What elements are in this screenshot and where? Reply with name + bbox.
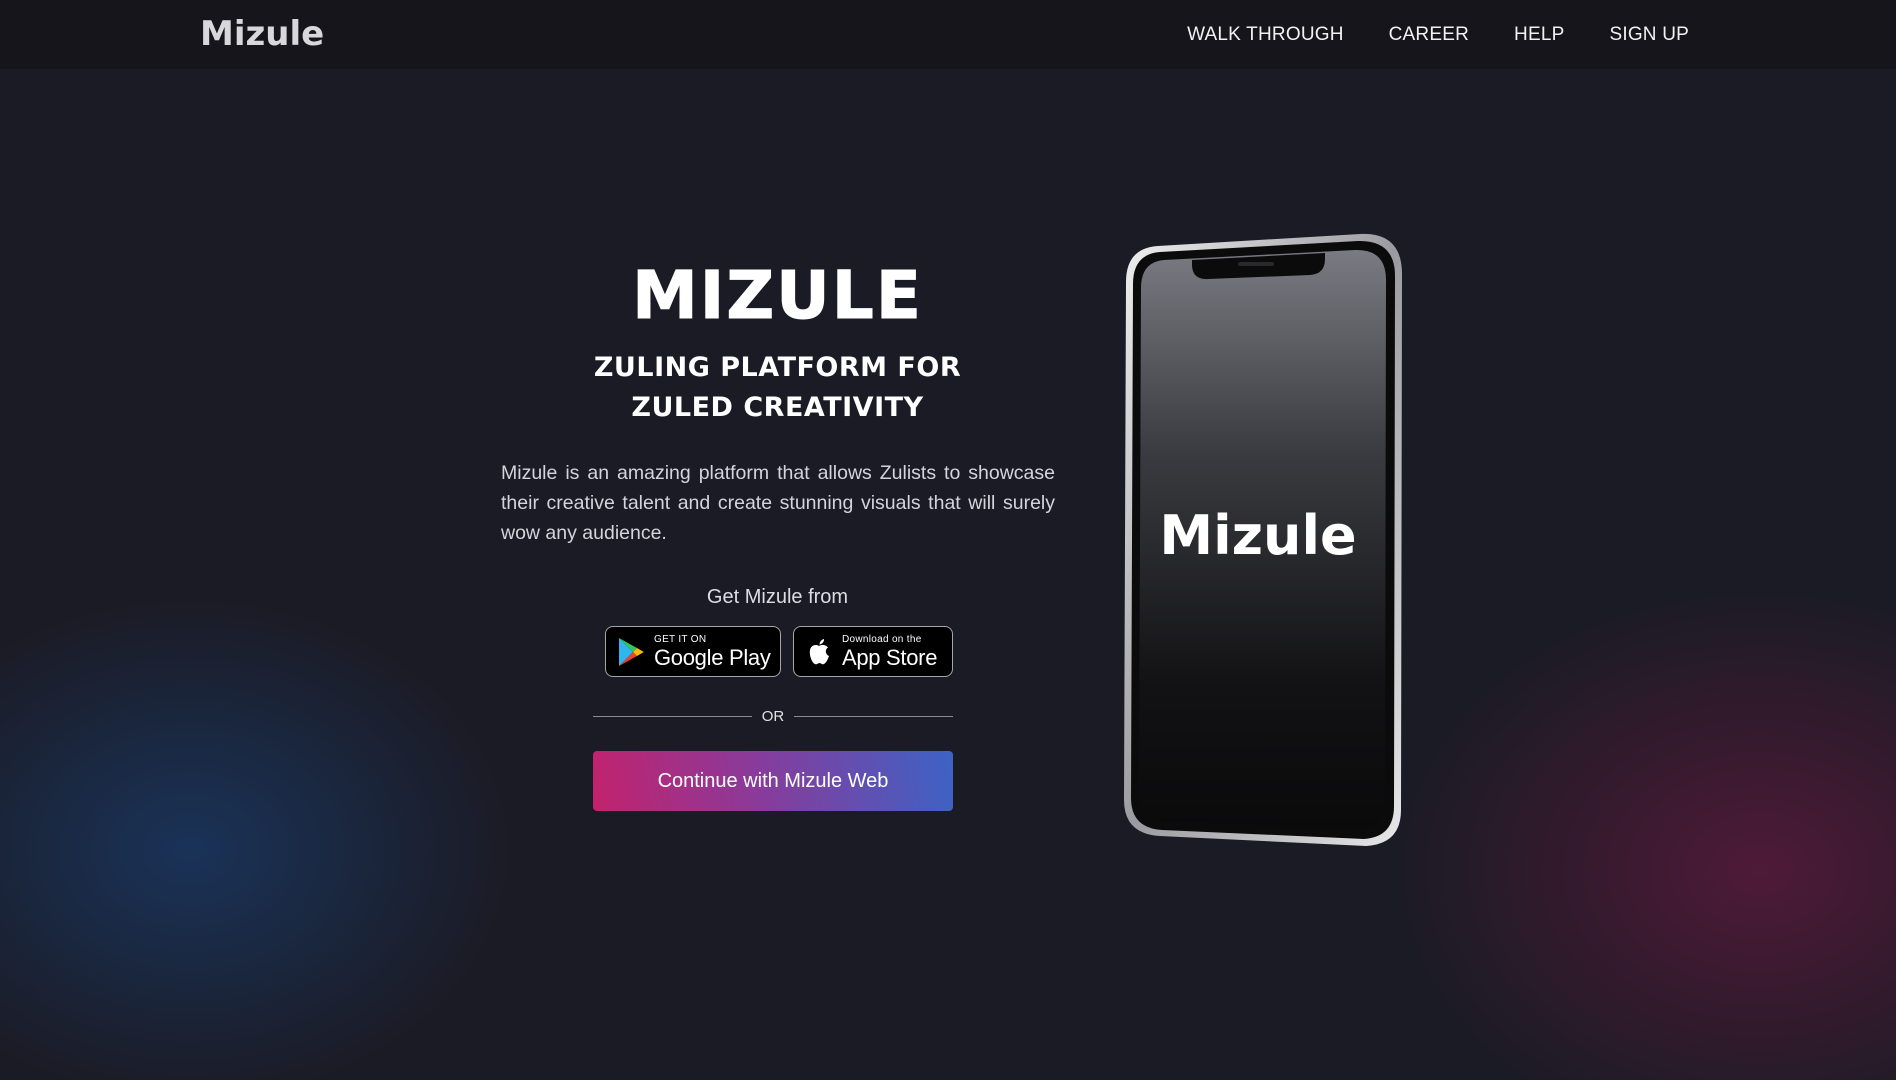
hero-title: MIZULE bbox=[632, 257, 923, 334]
nav-walk-through[interactable]: WALK THROUGH bbox=[1187, 24, 1344, 46]
phone-screen-logo: Mizule bbox=[1159, 504, 1357, 567]
apple-icon bbox=[804, 636, 834, 668]
hero-subtitle: ZULING PLATFORM FOR ZULED CREATIVITY bbox=[500, 348, 1055, 428]
hero-subtitle-line-1: ZULING PLATFORM FOR bbox=[593, 352, 962, 383]
nav-career[interactable]: CAREER bbox=[1389, 24, 1469, 46]
continue-web-button[interactable]: Continue with Mizule Web bbox=[593, 751, 953, 811]
google-play-small-text: GET IT ON bbox=[654, 633, 707, 645]
hero-subtitle-line-2: ZULED CREATIVITY bbox=[631, 392, 924, 423]
app-store-small-text: Download on the bbox=[842, 633, 922, 645]
or-divider: OR bbox=[593, 706, 953, 726]
google-play-icon bbox=[616, 636, 646, 668]
google-play-button[interactable]: GET IT ON Google Play bbox=[605, 626, 781, 677]
header-logo[interactable]: Mizule bbox=[200, 14, 324, 54]
divider-line-right bbox=[794, 715, 953, 717]
app-store-text: Download on the App Store bbox=[842, 633, 938, 670]
main-nav: WALK THROUGH CAREER HELP SIGN UP bbox=[1142, 0, 1689, 69]
google-play-big-text: Google Play bbox=[654, 644, 771, 670]
top-navigation-bar: Mizule WALK THROUGH CAREER HELP SIGN UP bbox=[0, 0, 1896, 69]
app-store-big-text: App Store bbox=[842, 644, 938, 670]
nav-help[interactable]: HELP bbox=[1514, 24, 1564, 46]
app-store-button[interactable]: Download on the App Store bbox=[793, 626, 953, 677]
google-play-text: GET IT ON Google Play bbox=[654, 633, 771, 670]
nav-sign-up[interactable]: SIGN UP bbox=[1609, 24, 1689, 46]
or-label: OR bbox=[761, 707, 785, 725]
divider-line-left bbox=[593, 715, 752, 717]
get-from-label: Get Mizule from bbox=[706, 586, 849, 608]
hero-description: Mizule is an amazing platform that allow… bbox=[501, 462, 1055, 544]
